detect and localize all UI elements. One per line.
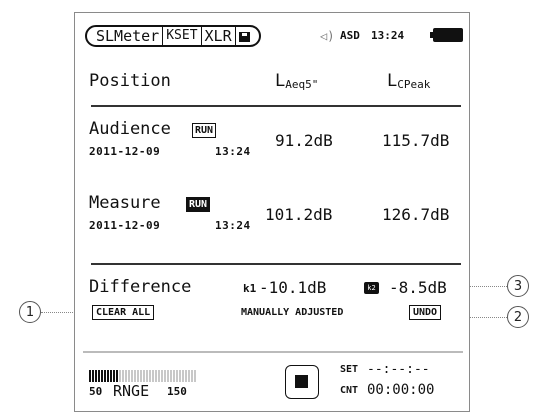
meter-segment [143, 370, 145, 382]
clock: 13:24 [371, 29, 405, 42]
meter-segment [122, 370, 124, 382]
meter-segment [140, 370, 142, 382]
difference-divider [91, 263, 461, 265]
row-date: 2011-12-09 [89, 145, 161, 158]
speaker-icon: ◁) [320, 29, 335, 43]
meter-segment [113, 370, 115, 382]
meter-segment [101, 370, 103, 382]
meter-segment [191, 370, 193, 382]
row-name: Measure [89, 193, 161, 213]
meter-segment [128, 370, 130, 382]
k2-icon: k2 [364, 282, 379, 294]
meter-segment [149, 370, 151, 382]
range-level-meter [89, 370, 199, 382]
mode-slmeter[interactable]: SLMeter [93, 27, 164, 45]
run-status-badge: RUN [192, 123, 217, 138]
cnt-label: CNT [340, 385, 359, 396]
header-divider [91, 105, 461, 107]
row-time: 13:24 [215, 145, 251, 158]
meter-segment [95, 370, 97, 382]
save-icon[interactable] [236, 27, 253, 45]
callout-1: 1 [19, 301, 41, 323]
meter-segment [194, 370, 196, 382]
meter-segment [146, 370, 148, 382]
meter-segment [104, 370, 106, 382]
set-label: SET [340, 364, 359, 375]
meter-segment [182, 370, 184, 382]
meter-segment [164, 370, 166, 382]
row-laeq: 101.2dB [265, 205, 333, 224]
header-lcpeak: LCPeak [387, 71, 431, 91]
header-position: Position [89, 71, 171, 91]
run-status-badge: RUN [186, 197, 211, 212]
row-lcpeak: 115.7dB [382, 131, 450, 150]
undo-button[interactable]: UNDO [409, 305, 442, 320]
mode-selector: SLMeter KSET XLR [85, 25, 261, 47]
stop-icon[interactable] [285, 365, 319, 399]
meter-segment [158, 370, 160, 382]
meter-segment [137, 370, 139, 382]
meter-segment [131, 370, 133, 382]
difference-label: Difference [89, 277, 192, 297]
meter-segment [152, 370, 154, 382]
bottom-divider [83, 351, 463, 353]
range-max: 150 [167, 385, 187, 398]
meter-segment [179, 370, 181, 382]
callout-3: 3 [507, 275, 529, 297]
meter-segment [185, 370, 187, 382]
meter-segment [116, 370, 118, 382]
row-lcpeak: 126.7dB [382, 205, 450, 224]
meter-segment [92, 370, 94, 382]
row-time: 13:24 [215, 219, 251, 232]
meter-segment [176, 370, 178, 382]
header-laeq: LAeq5" [275, 71, 319, 91]
meter-segment [155, 370, 157, 382]
meter-segment [188, 370, 190, 382]
device-screen: SLMeter KSET XLR ◁) ASD 13:24 Position L… [74, 12, 470, 412]
row-laeq: 91.2dB [275, 131, 333, 150]
mode-kset[interactable]: KSET [163, 27, 202, 45]
row-date: 2011-12-09 [89, 219, 161, 232]
range-label[interactable]: RNGE [113, 382, 149, 400]
clear-all-button[interactable]: CLEAR ALL [92, 305, 155, 320]
cnt-value: 00:00:00 [367, 382, 435, 398]
battery-icon [430, 28, 463, 42]
meter-segment [167, 370, 169, 382]
meter-segment [89, 370, 91, 382]
meter-segment [134, 370, 136, 382]
k1-label: k1 [243, 282, 257, 295]
row-name: Audience [89, 119, 171, 139]
k1-value: -10.1dB [259, 278, 327, 297]
meter-segment [125, 370, 127, 382]
set-value: --:--:-- [367, 362, 430, 377]
meter-segment [110, 370, 112, 382]
manually-adjusted-label: MANUALLY ADJUSTED [241, 307, 344, 318]
meter-segment [107, 370, 109, 382]
meter-segment [161, 370, 163, 382]
meter-segment [173, 370, 175, 382]
mode-xlr[interactable]: XLR [202, 27, 236, 45]
meter-segment [98, 370, 100, 382]
callout-2: 2 [507, 306, 529, 328]
meter-segment [170, 370, 172, 382]
k2-value: -8.5dB [389, 278, 447, 297]
input-label: ASD [340, 29, 360, 42]
meter-segment [119, 370, 121, 382]
range-min: 50 [89, 385, 103, 398]
